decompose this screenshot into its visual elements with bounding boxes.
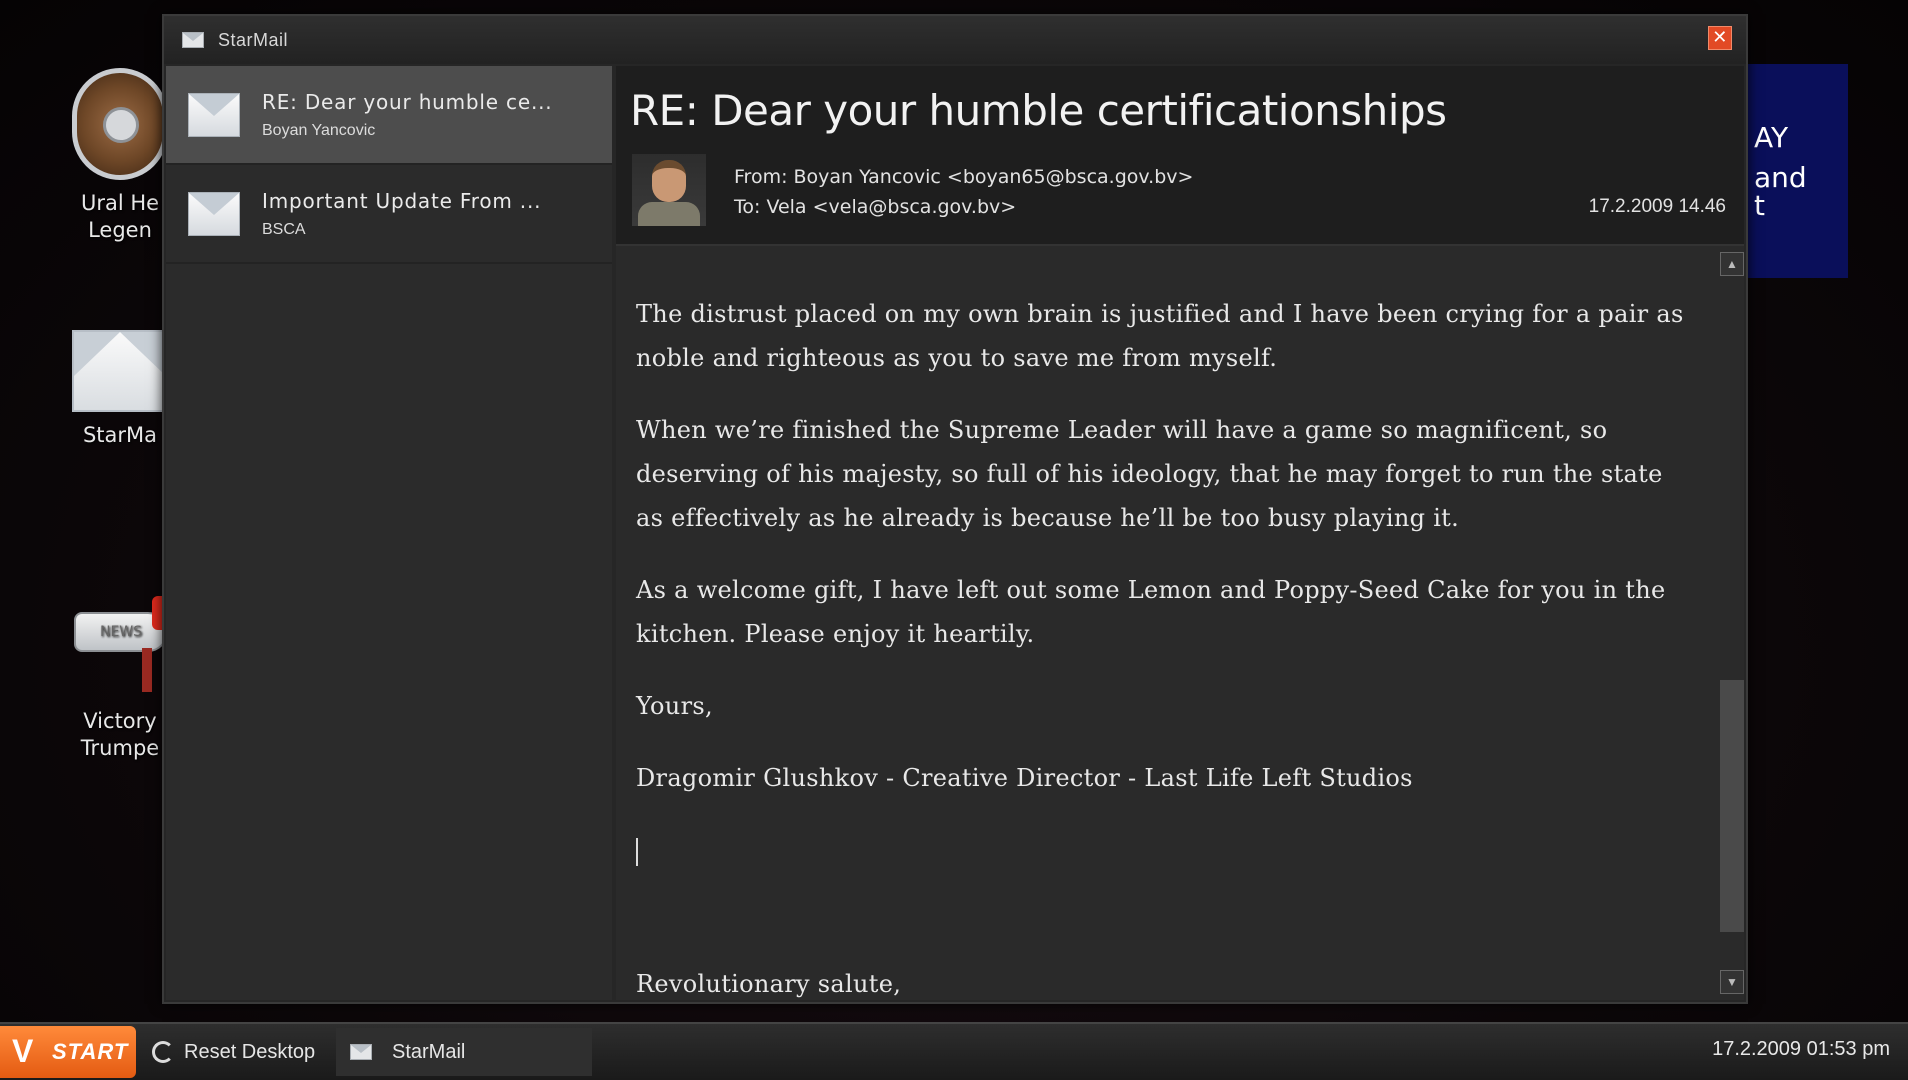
reading-pane: RE: Dear your humble certificationships … — [616, 66, 1744, 1000]
message-from: From: Boyan Yancovic <boyan65@bsca.gov.b… — [734, 166, 1194, 188]
window-title: StarMail — [218, 29, 289, 50]
body-closing: Revolutionary salute, — [636, 970, 902, 998]
envelope-icon — [188, 92, 240, 137]
taskbar-item-starmail[interactable]: StarMail — [336, 1028, 592, 1076]
message-subject: RE: Dear your humble certificationships — [630, 86, 1447, 135]
body-paragraph: Dragomir Glushkov - Creative Director - … — [636, 764, 1413, 792]
message-header: RE: Dear your humble certificationships … — [616, 66, 1744, 246]
start-button[interactable]: V START — [0, 1026, 136, 1078]
reset-desktop-button[interactable]: Reset Desktop — [152, 1032, 315, 1072]
mail-subject: Important Update From ... — [262, 188, 542, 213]
scroll-thumb[interactable] — [1720, 680, 1744, 932]
chevron-up-icon: ▲ — [1726, 257, 1738, 271]
body-paragraph: As a welcome gift, I have left out some … — [636, 576, 1666, 648]
refresh-icon — [152, 1041, 174, 1063]
body-paragraph: When we’re finished the Supreme Leader w… — [636, 416, 1663, 532]
envelope-icon — [188, 191, 240, 236]
mail-sender: Boyan Yancovic — [262, 121, 376, 139]
background-window-text: and — [1754, 161, 1807, 194]
taskbar-clock: 17.2.2009 01:53 pm — [1712, 1038, 1890, 1060]
start-label: START — [52, 1039, 129, 1064]
mail-list-item[interactable]: Important Update From ... BSCA — [166, 165, 612, 264]
vertical-scrollbar[interactable]: ▲ ▼ — [1720, 250, 1744, 996]
scroll-up-button[interactable]: ▲ — [1720, 252, 1744, 276]
mail-list-item[interactable]: RE: Dear your humble ce... Boyan Yancovi… — [166, 66, 612, 165]
scroll-down-button[interactable]: ▼ — [1720, 970, 1744, 994]
body-paragraph: Yours, — [636, 692, 713, 720]
mail-sender: BSCA — [262, 220, 306, 238]
avatar — [632, 154, 706, 226]
window-titlebar[interactable]: StarMail ✕ — [164, 16, 1746, 64]
message-to: To: Vela <vela@bsca.gov.bv> — [734, 196, 1017, 218]
chevron-down-icon: ▼ — [1726, 975, 1738, 989]
envelope-icon — [182, 32, 204, 48]
start-logo-icon: V — [12, 1033, 35, 1069]
envelope-icon — [350, 1044, 372, 1060]
close-button[interactable]: ✕ — [1708, 26, 1732, 50]
starmail-window: StarMail ✕ RE: Dear your humble ce... Bo… — [162, 14, 1748, 1004]
shield-icon — [72, 68, 168, 180]
mail-list: RE: Dear your humble ce... Boyan Yancovi… — [166, 66, 612, 1000]
background-window-text: t — [1754, 189, 1765, 222]
taskbar-item-label: StarMail — [392, 1040, 466, 1063]
message-date: 17.2.2009 14.46 — [1588, 196, 1726, 217]
body-paragraph: The distrust placed on my own brain is j… — [636, 300, 1684, 372]
mailbox-icon: NEWS — [70, 588, 170, 698]
background-window-text: AY — [1754, 121, 1789, 154]
taskbar: V START Reset Desktop StarMail 17.2.2009… — [0, 1022, 1908, 1080]
mail-subject: RE: Dear your humble ce... — [262, 89, 553, 114]
envelope-icon — [72, 330, 168, 412]
reset-desktop-label: Reset Desktop — [184, 1040, 316, 1063]
text-caret — [636, 828, 1684, 872]
message-body[interactable]: The distrust placed on my own brain is j… — [616, 248, 1720, 1000]
